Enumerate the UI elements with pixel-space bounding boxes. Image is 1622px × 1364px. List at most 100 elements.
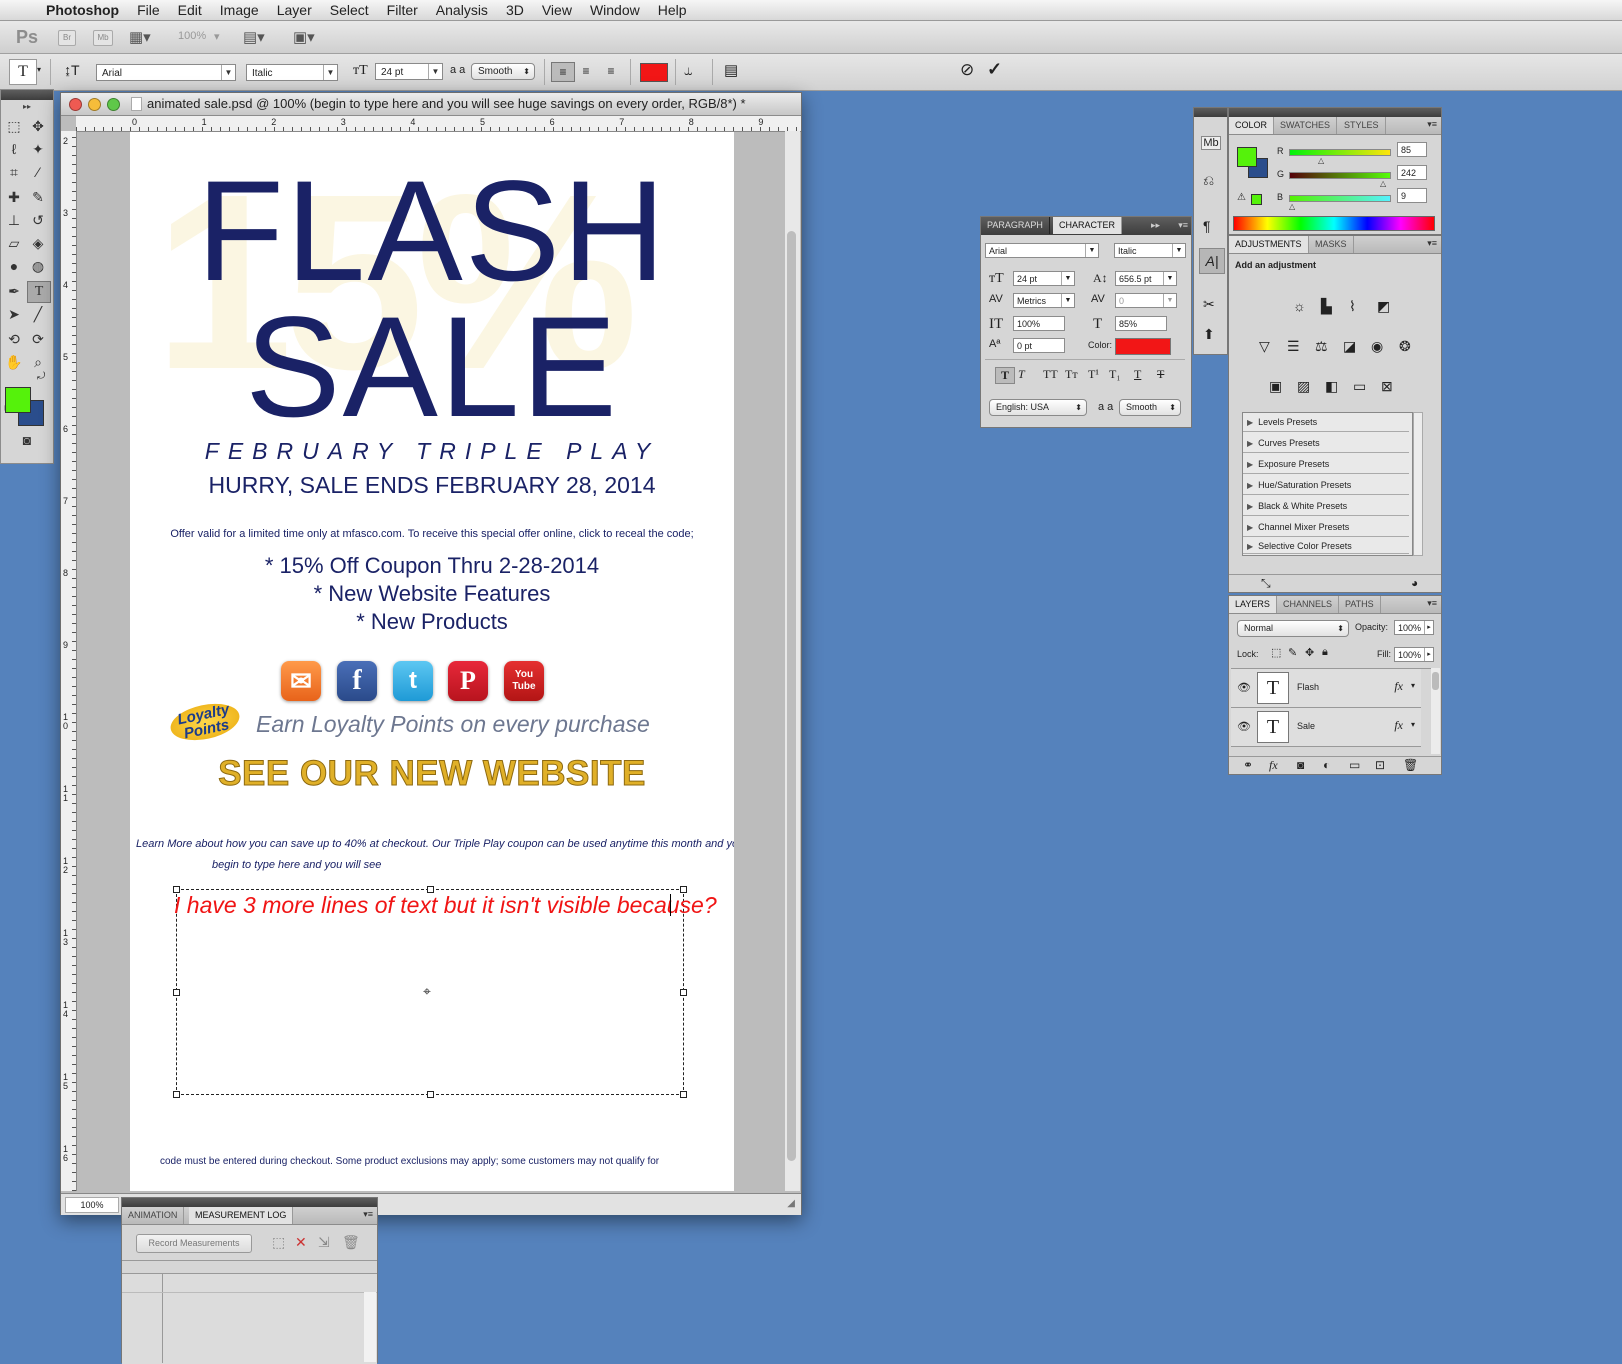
font-size-select[interactable]: 24 pt ▼ [375, 63, 443, 80]
fill-field[interactable]: 100% ▸ [1394, 647, 1434, 662]
editing-text[interactable]: I have 3 more lines of text but it isn't… [174, 892, 717, 919]
layer-name[interactable]: Sale [1297, 721, 1315, 731]
expand-effects-icon[interactable]: ▾ [1411, 720, 1415, 729]
red-slider-thumb[interactable]: △ [1318, 156, 1324, 165]
language-select[interactable]: English: USA ⬍ [989, 399, 1087, 416]
align-center-icon[interactable]: ≡ [575, 62, 597, 80]
menu-select[interactable]: Select [330, 2, 369, 18]
preset-channel-mixer[interactable]: ▶ Channel Mixer Presets [1243, 518, 1409, 537]
menu-layer[interactable]: Layer [277, 2, 312, 18]
lock-position-icon[interactable]: ✥ [1305, 646, 1314, 659]
paragraph-panel-icon[interactable]: ¶ [1203, 218, 1211, 234]
tab-adjustments[interactable]: ADJUSTMENTS [1229, 236, 1309, 253]
char-tracking-field[interactable]: 0 ▼ [1115, 293, 1177, 308]
preset-hue-saturation[interactable]: ▶ Hue/Saturation Presets [1243, 476, 1409, 495]
exposure-icon[interactable]: ◩ [1377, 298, 1390, 315]
gamut-warning-icon[interactable]: ⚠ [1237, 192, 1246, 203]
resize-handle[interactable] [173, 1091, 180, 1098]
blue-slider-track[interactable] [1289, 195, 1391, 202]
all-caps-icon[interactable]: TT [1043, 367, 1058, 382]
font-style-select[interactable]: Italic ▼ [246, 64, 338, 81]
warp-text-icon[interactable]: ⥿ [684, 62, 692, 79]
tab-animation[interactable]: ANIMATION [122, 1207, 185, 1224]
minimize-window-button[interactable] [88, 98, 101, 111]
zoom-tool-icon[interactable]: ⌕ [27, 352, 49, 372]
add-mask-icon[interactable]: ◙ [1297, 758, 1304, 772]
invert-icon[interactable]: ▣ [1269, 378, 1282, 395]
black-white-icon[interactable]: ◪ [1343, 338, 1356, 355]
record-measurements-button[interactable]: Record Measurements [136, 1234, 252, 1253]
close-window-button[interactable] [69, 98, 82, 111]
tab-color[interactable]: COLOR [1229, 117, 1275, 134]
threshold-icon[interactable]: ◧ [1325, 378, 1338, 395]
new-adjustment-layer-icon[interactable]: ◐ [1323, 758, 1330, 772]
delete-icon[interactable]: 🗑︎ [342, 1234, 360, 1251]
collapse-arrows-icon[interactable]: ▸▸ [1151, 220, 1160, 231]
clone-source-icon[interactable]: ⬆ [1203, 326, 1215, 343]
vertical-scrollbar[interactable] [785, 131, 800, 1191]
subscript-icon[interactable]: T₁ [1109, 367, 1121, 382]
pen-tool-icon[interactable]: ✒ [3, 281, 25, 301]
antialias-select[interactable]: Smooth ⬍ [471, 63, 535, 80]
zoom-level-dropdown[interactable]: 100% [178, 30, 206, 42]
tab-paths[interactable]: PATHS [1339, 596, 1381, 613]
menu-window[interactable]: Window [590, 2, 640, 18]
color-balance-icon[interactable]: ⚖ [1315, 338, 1328, 355]
superscript-icon[interactable]: T¹ [1088, 367, 1099, 382]
preset-levels[interactable]: ▶ Levels Presets [1243, 413, 1409, 432]
history-panel-icon[interactable]: ⎌ [1203, 172, 1214, 189]
tab-layers[interactable]: LAYERS [1229, 596, 1277, 613]
lock-image-icon[interactable]: ✎ [1288, 646, 1297, 659]
panel-menu-icon[interactable]: ▾≡ [1427, 119, 1437, 130]
char-kerning-field[interactable]: Metrics ▼ [1013, 293, 1075, 308]
commit-edit-icon[interactable]: ✓ [987, 59, 1002, 80]
blue-field[interactable]: 9 [1397, 188, 1427, 203]
lasso-tool-icon[interactable]: ℓ [3, 139, 25, 159]
path-selection-tool-icon[interactable]: ➤ [3, 304, 25, 324]
vibrance-icon[interactable]: ▽ [1259, 338, 1270, 355]
tab-character[interactable]: CHARACTER [1053, 217, 1123, 234]
resize-grip-icon[interactable]: ◢ [787, 1198, 795, 1209]
tools-presets-icon[interactable]: ✂ [1203, 296, 1215, 313]
zoom-arrow-icon[interactable]: ▾ [214, 30, 220, 43]
quick-select-tool-icon[interactable]: ✦ [27, 139, 49, 159]
reference-point-icon[interactable]: ⌖ [423, 983, 431, 1000]
layer-effects-icon[interactable]: fx [1394, 679, 1403, 694]
expand-effects-icon[interactable]: ▾ [1411, 681, 1415, 690]
mini-bridge-panel-icon[interactable]: Mb [1201, 136, 1221, 150]
scrollbar-thumb[interactable] [1432, 672, 1439, 690]
align-right-icon[interactable]: ≡ [600, 62, 622, 80]
menu-3d[interactable]: 3D [506, 2, 524, 18]
posterize-icon[interactable]: ▨ [1297, 378, 1310, 395]
quick-mask-icon[interactable]: ◙ [16, 430, 38, 450]
brush-tool-icon[interactable]: ✎ [27, 187, 49, 207]
new-group-icon[interactable]: ▭ [1349, 758, 1360, 772]
panel-menu-icon[interactable]: ▾≡ [363, 1209, 373, 1220]
cancel-edit-icon[interactable]: ⊘ [960, 60, 974, 80]
clone-stamp-tool-icon[interactable]: ⊥ [3, 210, 25, 230]
resize-handle[interactable] [680, 1091, 687, 1098]
preset-selective-color[interactable]: ▶ Selective Color Presets [1243, 539, 1409, 554]
curves-icon[interactable]: ⌇ [1349, 298, 1356, 315]
photo-filter-icon[interactable]: ◉ [1371, 338, 1383, 355]
layer-row[interactable]: 👁︎ T Flash fx ▾ [1231, 669, 1421, 708]
dodge-tool-icon[interactable]: ◍ [27, 256, 49, 276]
delete-layer-icon[interactable]: 🗑︎ [1403, 758, 1418, 772]
levels-icon[interactable]: ▙ [1321, 298, 1332, 315]
color-panel-header[interactable] [1229, 108, 1441, 117]
foreground-color-swatch[interactable] [5, 387, 31, 413]
expanded-view-icon[interactable]: ◕ [1411, 576, 1418, 590]
canvas[interactable]: 15% FLASH SALE FEBRUARY TRIPLE PLAY HURR… [130, 132, 734, 1191]
menu-file[interactable]: File [137, 2, 160, 18]
small-caps-icon[interactable]: Tт [1065, 367, 1078, 382]
crop-tool-icon[interactable]: ⌗ [3, 162, 25, 182]
select-all-icon[interactable]: ⬚ [272, 1234, 285, 1251]
hand-tool-icon[interactable]: ✋ [3, 352, 25, 372]
dock-header[interactable] [1194, 108, 1227, 117]
document-title-bar[interactable]: animated sale.psd @ 100% (begin to type … [61, 93, 801, 116]
menu-view[interactable]: View [542, 2, 572, 18]
blue-slider-thumb[interactable]: △ [1289, 202, 1295, 211]
red-slider-track[interactable] [1289, 149, 1391, 156]
tab-channels[interactable]: CHANNELS [1277, 596, 1340, 613]
link-layers-icon[interactable]: ⚭ [1243, 758, 1253, 772]
